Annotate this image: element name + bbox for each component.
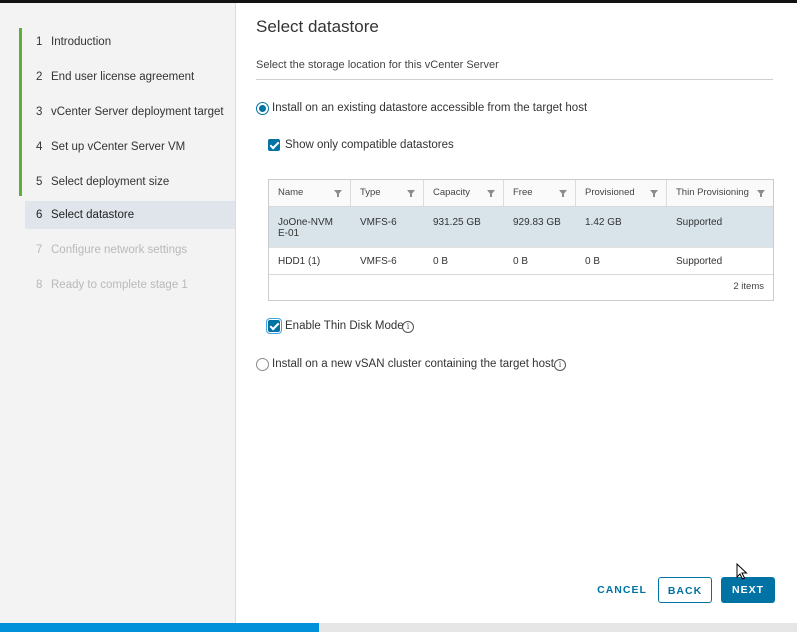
step-complete-bar bbox=[19, 98, 22, 133]
cell-free: 929.83 GB bbox=[513, 217, 561, 228]
cell-capacity: 0 B bbox=[433, 256, 449, 267]
filter-icon[interactable] bbox=[650, 190, 658, 197]
back-button[interactable]: BACK bbox=[658, 577, 712, 603]
step-complete-bar bbox=[19, 168, 22, 196]
step-number: 2 bbox=[36, 71, 43, 83]
cell-type: VMFS-6 bbox=[360, 217, 397, 228]
step-number: 6 bbox=[36, 209, 43, 221]
step-number: 8 bbox=[36, 279, 43, 291]
step-deployment-target[interactable]: 3 vCenter Server deployment target bbox=[19, 98, 235, 133]
step-ready-to-complete: 8 Ready to complete stage 1 bbox=[19, 271, 235, 299]
step-number: 3 bbox=[36, 106, 43, 118]
step-complete-bar bbox=[19, 28, 22, 63]
step-label: End user license agreement bbox=[51, 71, 195, 83]
step-complete-bar bbox=[19, 63, 22, 98]
column-header-name[interactable]: Name bbox=[269, 180, 351, 206]
filter-icon[interactable] bbox=[559, 190, 567, 197]
vsan-cluster-label[interactable]: Install on a new vSAN cluster containing… bbox=[272, 358, 554, 370]
filter-icon[interactable] bbox=[757, 190, 765, 197]
cell-provisioned: 1.42 GB bbox=[585, 217, 622, 228]
step-setup-vm[interactable]: 4 Set up vCenter Server VM bbox=[19, 133, 235, 168]
thin-disk-mode-checkbox[interactable] bbox=[266, 318, 282, 334]
filter-icon[interactable] bbox=[407, 190, 415, 197]
datastore-table: Name Type Capacity Free Provisioned Thin… bbox=[268, 179, 774, 301]
table-header: Name Type Capacity Free Provisioned Thin… bbox=[269, 180, 773, 207]
step-network-settings: 7 Configure network settings bbox=[19, 236, 235, 264]
filter-icon[interactable] bbox=[487, 190, 495, 197]
cell-thin-provisioning: Supported bbox=[676, 256, 723, 267]
compatible-datastores-checkbox[interactable] bbox=[268, 139, 280, 151]
step-complete-bar bbox=[19, 133, 22, 168]
step-label: Select deployment size bbox=[51, 176, 170, 188]
existing-datastore-radio[interactable] bbox=[256, 102, 269, 115]
step-deployment-size[interactable]: 5 Select deployment size bbox=[19, 168, 235, 196]
next-button[interactable]: NEXT bbox=[721, 577, 775, 603]
step-select-datastore[interactable]: 6 Select datastore bbox=[25, 201, 235, 229]
cell-name: JoOne-NVM E-01 bbox=[278, 217, 334, 239]
column-header-thin-provisioning[interactable]: Thin Provisioning bbox=[667, 180, 773, 206]
step-label: vCenter Server deployment target bbox=[51, 106, 224, 118]
column-header-capacity[interactable]: Capacity bbox=[424, 180, 504, 206]
step-label: Introduction bbox=[51, 36, 112, 48]
deploy-wizard-dialog: 1 Introduction 2 End user license agreem… bbox=[0, 0, 797, 632]
deployment-progress-bar bbox=[0, 623, 797, 632]
column-header-type[interactable]: Type bbox=[351, 180, 424, 206]
filter-icon[interactable] bbox=[334, 190, 342, 197]
page-subtitle: Select the storage location for this vCe… bbox=[256, 59, 499, 71]
step-eula[interactable]: 2 End user license agreement bbox=[19, 63, 235, 98]
page-title: Select datastore bbox=[256, 17, 379, 36]
step-label: Set up vCenter Server VM bbox=[51, 141, 186, 153]
step-number: 4 bbox=[36, 141, 43, 153]
existing-datastore-label[interactable]: Install on an existing datastore accessi… bbox=[272, 102, 587, 114]
table-row[interactable]: HDD1 (1) VMFS-6 0 B 0 B 0 B Supported bbox=[269, 248, 773, 274]
step-number: 7 bbox=[36, 244, 43, 256]
cell-type: VMFS-6 bbox=[360, 256, 397, 267]
step-content: Select datastore Select the storage loca… bbox=[236, 3, 797, 623]
info-icon[interactable]: i bbox=[554, 359, 566, 371]
wizard-steps-panel: 1 Introduction 2 End user license agreem… bbox=[0, 3, 236, 623]
table-item-count: 2 items bbox=[733, 281, 764, 292]
vsan-cluster-radio[interactable] bbox=[256, 358, 269, 371]
thin-disk-mode-label[interactable]: Enable Thin Disk Mode bbox=[285, 320, 404, 332]
progress-fill bbox=[0, 623, 319, 632]
compatible-datastores-label[interactable]: Show only compatible datastores bbox=[285, 139, 454, 151]
cell-provisioned: 0 B bbox=[585, 256, 601, 267]
step-label: Select datastore bbox=[51, 209, 135, 221]
step-label: Ready to complete stage 1 bbox=[51, 279, 188, 291]
step-number: 1 bbox=[36, 36, 43, 48]
title-divider bbox=[256, 79, 773, 80]
table-row[interactable]: JoOne-NVM E-01 VMFS-6 931.25 GB 929.83 G… bbox=[269, 207, 773, 248]
cell-name: HDD1 (1) bbox=[278, 256, 321, 267]
cancel-button[interactable]: CANCEL bbox=[591, 577, 653, 603]
table-footer-divider bbox=[269, 274, 773, 275]
info-icon[interactable]: i bbox=[402, 321, 414, 333]
column-header-provisioned[interactable]: Provisioned bbox=[576, 180, 667, 206]
cell-capacity: 931.25 GB bbox=[433, 217, 481, 228]
step-number: 5 bbox=[36, 176, 43, 188]
step-introduction[interactable]: 1 Introduction bbox=[19, 28, 235, 63]
cell-thin-provisioning: Supported bbox=[676, 217, 723, 228]
column-header-free[interactable]: Free bbox=[504, 180, 576, 206]
step-label: Configure network settings bbox=[51, 244, 188, 256]
cell-free: 0 B bbox=[513, 256, 529, 267]
